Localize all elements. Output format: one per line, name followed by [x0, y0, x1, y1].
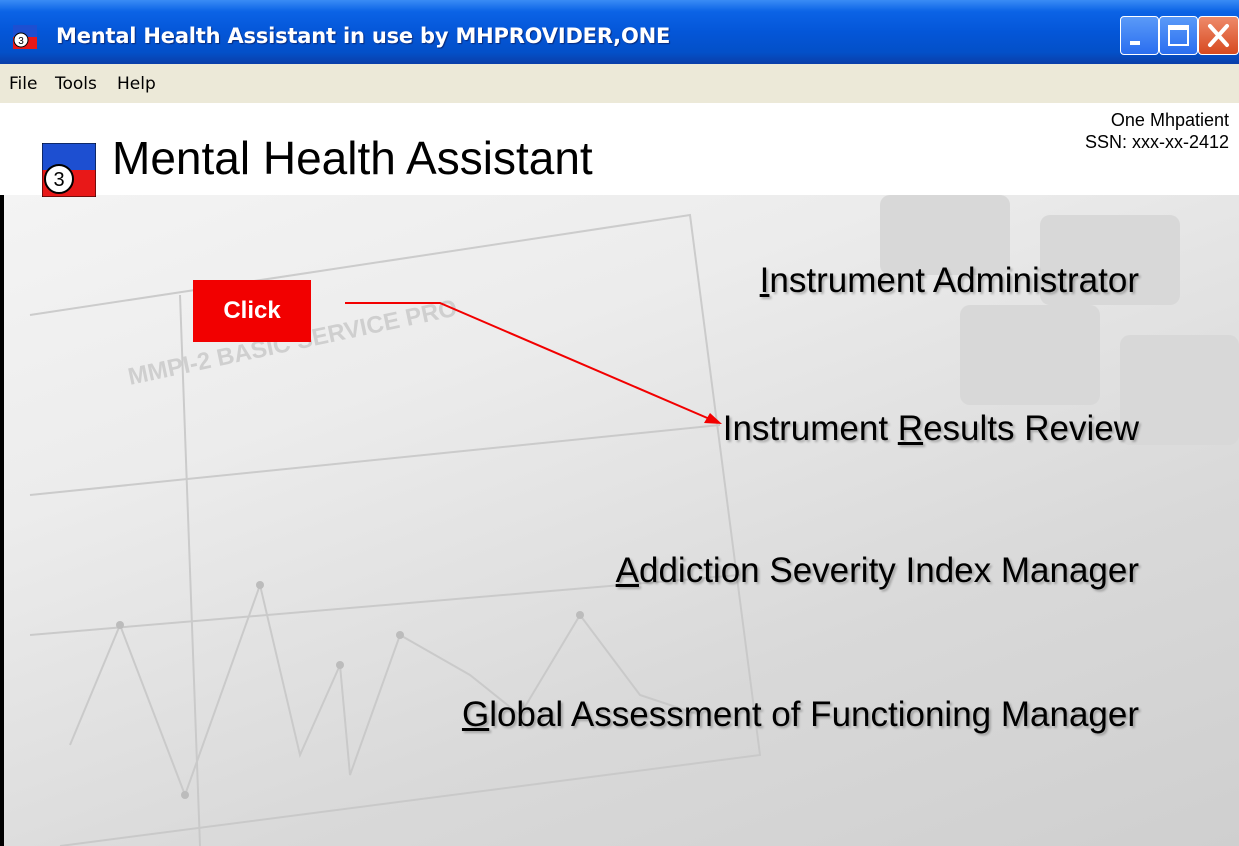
maximize-icon: [1168, 25, 1189, 46]
arrow-head-icon: [704, 413, 722, 424]
title-bar[interactable]: 3 Mental Health Assistant in use by MHPR…: [0, 0, 1239, 64]
menu-bar: File Tools Help: [0, 64, 1239, 103]
app-window: 3 Mental Health Assistant in use by MHPR…: [0, 0, 1239, 846]
maximize-button[interactable]: [1159, 16, 1198, 55]
annotation-arrow: [345, 302, 722, 424]
app-title-icon: 3: [13, 25, 37, 49]
window-title: Mental Health Assistant in use by MHPROV…: [56, 24, 671, 48]
menu-file[interactable]: File: [9, 74, 37, 94]
menu-help[interactable]: Help: [117, 74, 156, 94]
main-content: MMPI-2 BASIC SERVICE PRO 3 Mental Health…: [0, 103, 1239, 846]
close-icon: [1208, 24, 1229, 47]
menu-tools[interactable]: Tools: [55, 74, 97, 94]
svg-text:3: 3: [18, 36, 24, 47]
minimize-button[interactable]: [1120, 16, 1159, 55]
minimize-icon: [1130, 41, 1140, 45]
close-button[interactable]: [1198, 16, 1239, 55]
